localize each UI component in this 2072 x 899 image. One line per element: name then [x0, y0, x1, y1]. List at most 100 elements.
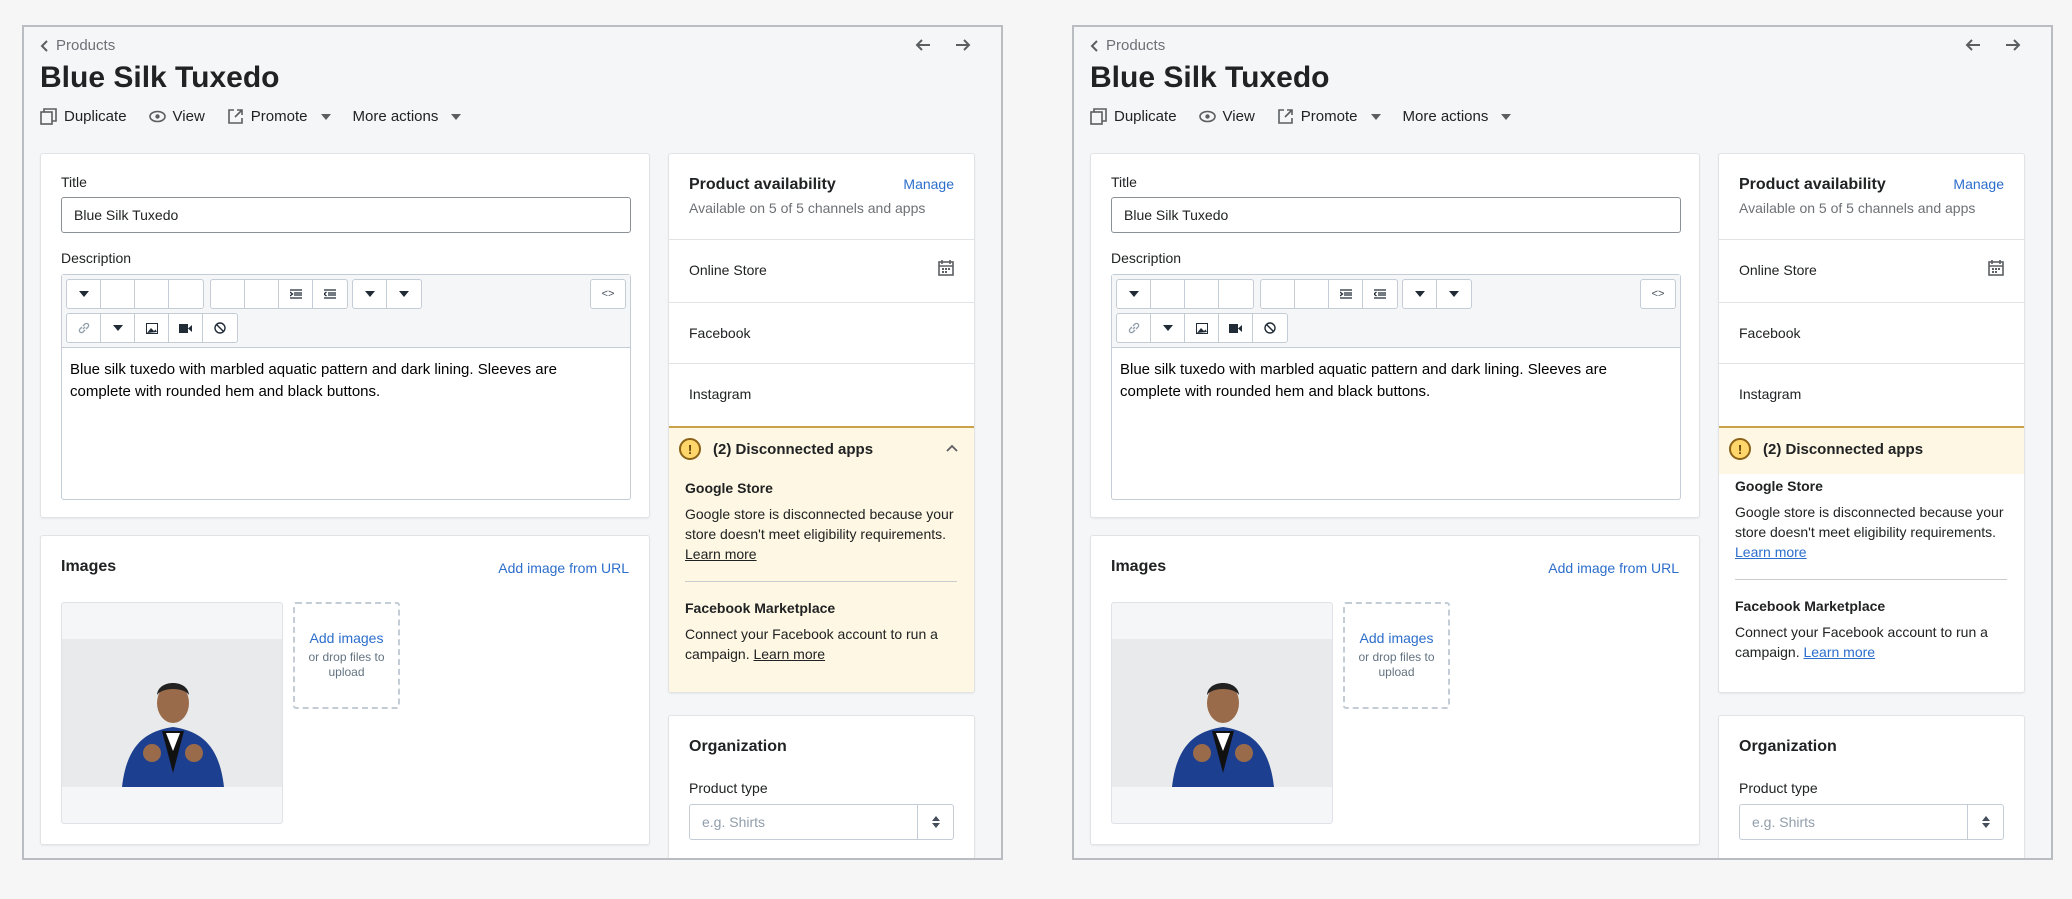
image-dropzone[interactable]: Add images or drop files to upload: [293, 602, 400, 709]
breadcrumb[interactable]: Products: [40, 37, 115, 54]
italic-button[interactable]: [135, 280, 169, 308]
color-dropdown[interactable]: [1437, 280, 1471, 308]
availability-subtitle: Available on 5 of 5 channels and apps: [689, 200, 926, 216]
learn-more-link[interactable]: Learn more: [1735, 544, 1807, 560]
add-image-url-link[interactable]: Add image from URL: [498, 560, 629, 576]
availability-subtitle: Available on 5 of 5 channels and apps: [1739, 200, 1976, 216]
align-dropdown[interactable]: [353, 280, 387, 308]
external-link-icon: [227, 109, 243, 124]
video-button[interactable]: [1219, 314, 1253, 342]
disconnected-apps-toggle[interactable]: ! (2) Disconnected apps: [679, 438, 873, 460]
description-label: Description: [1111, 250, 1182, 266]
editor-toolbar: <>: [1112, 275, 1680, 348]
image-button[interactable]: [1185, 314, 1219, 342]
description-text[interactable]: Blue silk tuxedo with marbled aquatic pa…: [70, 359, 590, 403]
toolbar-group-color: [1402, 279, 1472, 309]
video-button[interactable]: [169, 314, 203, 342]
channel-instagram: Instagram: [669, 363, 974, 424]
arrow-right-icon[interactable]: [2003, 35, 2023, 55]
numbered-list-button[interactable]: [245, 280, 279, 308]
promote-button[interactable]: Promote: [1277, 108, 1381, 125]
description-editor[interactable]: <> Blue silk tuxedo with marbled aquatic…: [1111, 274, 1681, 500]
product-type-input[interactable]: e.g. Shirts: [1739, 804, 2004, 840]
channel-label: Online Store: [1739, 262, 1817, 278]
numbered-list-button[interactable]: [1295, 280, 1329, 308]
table-dropdown[interactable]: [101, 314, 135, 342]
description-text[interactable]: Blue silk tuxedo with marbled aquatic pa…: [1120, 359, 1640, 403]
breadcrumb[interactable]: Products: [1090, 37, 1165, 54]
indent-button[interactable]: [1329, 280, 1363, 308]
indent-button[interactable]: [279, 280, 313, 308]
disconnected-apps-section: ! (2) Disconnected apps Google Store Goo…: [669, 426, 974, 692]
caret-down-icon: [112, 325, 123, 331]
arrow-left-icon[interactable]: [913, 35, 933, 55]
format-dropdown[interactable]: [67, 280, 101, 308]
title-input[interactable]: Blue Silk Tuxedo: [1111, 197, 1681, 233]
learn-more-link[interactable]: Learn more: [753, 646, 825, 662]
product-image[interactable]: [61, 602, 283, 824]
add-images-link[interactable]: Add images: [1345, 630, 1448, 646]
duplicate-button[interactable]: Duplicate: [1090, 108, 1177, 125]
align-dropdown[interactable]: [1403, 280, 1437, 308]
learn-more-link[interactable]: Learn more: [685, 546, 757, 562]
view-button[interactable]: View: [1198, 108, 1255, 125]
outdent-button[interactable]: [313, 280, 347, 308]
warning-icon: !: [1729, 438, 1751, 460]
caret-down-icon: [364, 291, 375, 297]
format-dropdown[interactable]: [1117, 280, 1151, 308]
duplicate-button[interactable]: Duplicate: [40, 108, 127, 125]
arrow-left-icon[interactable]: [1963, 35, 1983, 55]
add-images-link[interactable]: Add images: [295, 630, 398, 646]
image-button[interactable]: [135, 314, 169, 342]
image-dropzone[interactable]: Add images or drop files to upload: [1343, 602, 1450, 709]
html-view-button[interactable]: <>: [591, 280, 625, 308]
learn-more-link[interactable]: Learn more: [1803, 644, 1875, 660]
link-button[interactable]: [1117, 314, 1151, 342]
underline-button[interactable]: [1219, 280, 1253, 308]
select-stepper-icon[interactable]: [917, 805, 953, 839]
channel-label: Instagram: [1739, 386, 1802, 402]
title-input[interactable]: Blue Silk Tuxedo: [61, 197, 631, 233]
availability-card: Product availability Manage Available on…: [668, 153, 975, 693]
more-actions-button[interactable]: More actions: [1403, 108, 1512, 125]
view-label: View: [1222, 108, 1255, 125]
product-type-label: Product type: [689, 780, 768, 796]
more-actions-button[interactable]: More actions: [353, 108, 462, 125]
chevron-up-icon[interactable]: [946, 444, 958, 452]
manage-link[interactable]: Manage: [903, 176, 954, 192]
bullet-list-button[interactable]: [1261, 280, 1295, 308]
warning-icon: !: [679, 438, 701, 460]
image-icon: [145, 322, 158, 334]
bullet-list-button[interactable]: [211, 280, 245, 308]
add-image-url-link[interactable]: Add image from URL: [1548, 560, 1679, 576]
product-type-placeholder: e.g. Shirts: [1752, 814, 1816, 830]
select-stepper-icon[interactable]: [1967, 805, 2003, 839]
product-details-card: Title Blue Silk Tuxedo Description <> Bl…: [40, 153, 650, 518]
underline-button[interactable]: [169, 280, 203, 308]
arrow-right-icon[interactable]: [953, 35, 973, 55]
product-image[interactable]: [1111, 602, 1333, 824]
pagination: [913, 35, 973, 55]
images-card: Images Add image from URL Add images or …: [1090, 535, 1700, 845]
color-dropdown[interactable]: [387, 280, 421, 308]
calendar-icon[interactable]: [1988, 260, 2004, 276]
html-view-button[interactable]: <>: [1641, 280, 1675, 308]
clear-format-button[interactable]: [1253, 314, 1287, 342]
link-button[interactable]: [67, 314, 101, 342]
table-dropdown[interactable]: [1151, 314, 1185, 342]
outdent-button[interactable]: [1363, 280, 1397, 308]
promote-button[interactable]: Promote: [227, 108, 331, 125]
italic-button[interactable]: [1185, 280, 1219, 308]
channel-instagram: Instagram: [1719, 363, 2024, 424]
description-editor[interactable]: <> Blue silk tuxedo with marbled aquatic…: [61, 274, 631, 500]
calendar-icon[interactable]: [938, 260, 954, 276]
images-card: Images Add image from URL Add images or …: [40, 535, 650, 845]
view-button[interactable]: View: [148, 108, 205, 125]
action-bar: Duplicate View Promote More actions: [40, 108, 462, 125]
bold-button[interactable]: [1151, 280, 1185, 308]
manage-link[interactable]: Manage: [1953, 176, 2004, 192]
bold-button[interactable]: [101, 280, 135, 308]
clear-format-button[interactable]: [203, 314, 237, 342]
channel-online-store: Online Store: [1719, 239, 2024, 300]
product-type-input[interactable]: e.g. Shirts: [689, 804, 954, 840]
